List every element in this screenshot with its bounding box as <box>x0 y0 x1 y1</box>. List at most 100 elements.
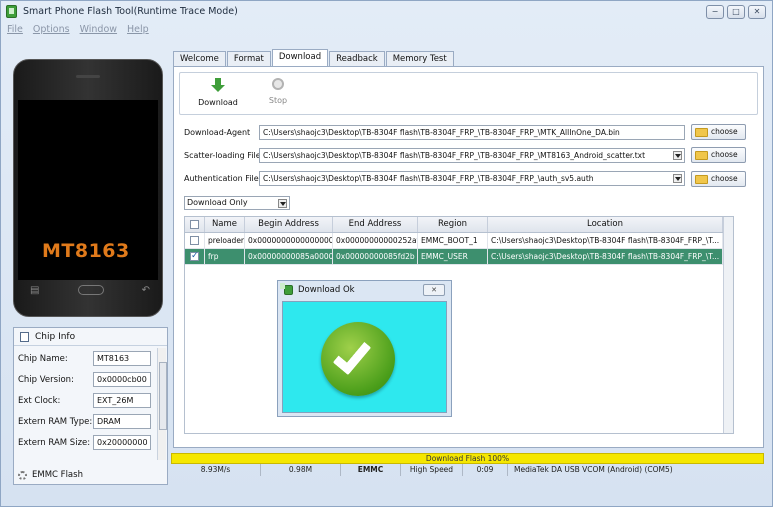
row-checkbox-cell <box>185 249 205 264</box>
download-arrow-icon <box>211 78 225 92</box>
row-checkbox[interactable] <box>190 249 199 264</box>
menu-file[interactable]: File <box>7 24 23 38</box>
close-button[interactable]: ✕ <box>748 5 766 19</box>
ram-size-label: Extern RAM Size: <box>18 437 91 448</box>
tab-memory-test[interactable]: Memory Test <box>385 51 454 66</box>
tab-readback[interactable]: Readback <box>329 51 385 66</box>
select-all-header[interactable] <box>185 217 205 232</box>
download-button[interactable]: Download <box>188 78 248 107</box>
minimize-button[interactable]: − <box>706 5 724 19</box>
chip-info-scrollbar[interactable] <box>157 348 167 460</box>
table-header: Name Begin Address End Address Region Lo… <box>185 217 733 233</box>
table-scrollbar[interactable] <box>723 217 733 433</box>
tab-format[interactable]: Format <box>226 51 271 66</box>
tab-bar: Welcome Format Download Readback Memory … <box>173 49 455 66</box>
chip-name-label: Chip Name: <box>18 353 68 364</box>
choose-download-agent-button[interactable]: choose <box>691 124 746 140</box>
stop-button[interactable]: Stop <box>248 78 308 105</box>
table-row[interactable]: frp 0x00000000085a0000 0x00000000085fd2b… <box>185 249 733 265</box>
download-agent-field[interactable]: C:\Users\shaojc3\Desktop\TB-8304F flash\… <box>259 125 685 140</box>
dialog-body <box>282 301 447 413</box>
success-check-icon <box>321 322 395 396</box>
status-port: MediaTek DA USB VCOM (Android) (COM5) <box>514 465 673 474</box>
chip-info-title: Chip Info <box>35 331 76 342</box>
chip-row: Chip Version: 0x0000cb00 <box>14 371 167 388</box>
download-ok-dialog: Download Ok ✕ <box>277 280 452 417</box>
select-all-checkbox[interactable] <box>190 220 199 229</box>
phone-image: MT8163 ▤ ↶ <box>13 59 163 317</box>
chip-version-value: 0x0000cb00 <box>93 372 151 387</box>
table-row[interactable]: preloader 0x0000000000000000 0x000000000… <box>185 233 733 249</box>
dialog-title: Download Ok <box>298 285 355 295</box>
row-checkbox[interactable] <box>190 236 199 245</box>
app-window: Smart Phone Flash Tool(Runtime Trace Mod… <box>0 0 773 507</box>
title-bar: Smart Phone Flash Tool(Runtime Trace Mod… <box>1 1 772 23</box>
tab-download[interactable]: Download <box>271 49 329 66</box>
scatter-field[interactable]: C:\Users\shaojc3\Desktop\TB-8304F flash\… <box>259 148 685 163</box>
download-agent-label: Download-Agent <box>184 128 251 137</box>
emmc-flash-label: EMMC Flash <box>32 470 83 480</box>
menu-help[interactable]: Help <box>127 24 149 38</box>
scatter-label: Scatter-loading File <box>184 151 261 160</box>
chip-row: Extern RAM Size: 0x20000000 <box>14 434 167 451</box>
status-time: 0:09 <box>463 464 508 476</box>
header-name: Name <box>205 217 245 232</box>
dropdown-arrow-icon[interactable] <box>673 151 682 160</box>
status-speed: 8.93M/s <box>171 464 261 476</box>
tab-welcome[interactable]: Welcome <box>173 51 226 66</box>
folder-icon <box>695 151 708 160</box>
auth-value: C:\Users\shaojc3\Desktop\TB-8304F flash\… <box>263 174 594 183</box>
cell-begin: 0x0000000000000000 <box>245 233 333 248</box>
chip-row: Extern RAM Type: DRAM <box>14 413 167 430</box>
partition-table: Name Begin Address End Address Region Lo… <box>184 216 734 434</box>
mode-select[interactable]: Download Only <box>184 196 290 210</box>
header-location: Location <box>488 217 723 232</box>
stop-icon <box>272 78 284 90</box>
header-begin-address: Begin Address <box>245 217 333 232</box>
toolbar: Download Stop <box>179 72 758 115</box>
status-storage: EMMC <box>341 464 401 476</box>
menu-options[interactable]: Options <box>33 24 70 38</box>
app-icon <box>284 285 293 295</box>
menu-bar: File Options Window Help <box>3 24 149 38</box>
maximize-button[interactable]: □ <box>727 5 745 19</box>
scatter-row: Scatter-loading File C:\Users\shaojc3\De… <box>184 148 685 163</box>
cell-end: 0x00000000085fd2b <box>333 249 418 264</box>
cell-name: preloader <box>205 233 245 248</box>
header-end-address: End Address <box>333 217 418 232</box>
scatter-value: C:\Users\shaojc3\Desktop\TB-8304F flash\… <box>263 151 646 160</box>
chip-info-icon <box>20 331 29 342</box>
status-area: Download Flash 100% 8.93M/s 0.98M EMMC H… <box>171 453 764 478</box>
choose-label: choose <box>711 174 738 183</box>
folder-icon <box>695 128 708 137</box>
stop-button-label: Stop <box>268 96 288 105</box>
chip-info-panel: Chip Info Chip Name: MT8163 Chip Version… <box>13 327 168 485</box>
back-key-icon: ↶ <box>141 284 150 296</box>
chip-info-header[interactable]: Chip Info <box>14 328 167 346</box>
ext-clock-value: EXT_26M <box>93 393 151 408</box>
home-key-icon <box>77 285 104 295</box>
auth-row: Authentication File C:\Users\shaojc3\Des… <box>184 171 685 186</box>
choose-auth-button[interactable]: choose <box>691 171 746 187</box>
ext-clock-label: Ext Clock: <box>18 395 61 406</box>
dropdown-arrow-icon[interactable] <box>673 174 682 183</box>
cell-region: EMMC_USER <box>418 249 488 264</box>
menu-window[interactable]: Window <box>80 24 117 38</box>
choose-scatter-button[interactable]: choose <box>691 147 746 163</box>
choose-label: choose <box>711 150 738 159</box>
app-icon <box>6 5 17 18</box>
folder-icon <box>695 175 708 184</box>
dialog-close-button[interactable]: ✕ <box>423 284 445 296</box>
cell-name: frp <box>205 249 245 264</box>
gear-icon <box>18 470 27 480</box>
emmc-flash-item[interactable]: EMMC Flash <box>18 470 83 480</box>
header-region: Region <box>418 217 488 232</box>
chip-model-label: MT8163 <box>42 240 130 262</box>
ram-size-value: 0x20000000 <box>93 435 151 450</box>
cell-begin: 0x00000000085a0000 <box>245 249 333 264</box>
auth-field[interactable]: C:\Users\shaojc3\Desktop\TB-8304F flash\… <box>259 171 685 186</box>
choose-label: choose <box>711 127 738 136</box>
dropdown-arrow-icon[interactable] <box>278 199 287 208</box>
check-mark <box>332 334 372 376</box>
menu-key-icon: ▤ <box>30 284 40 296</box>
